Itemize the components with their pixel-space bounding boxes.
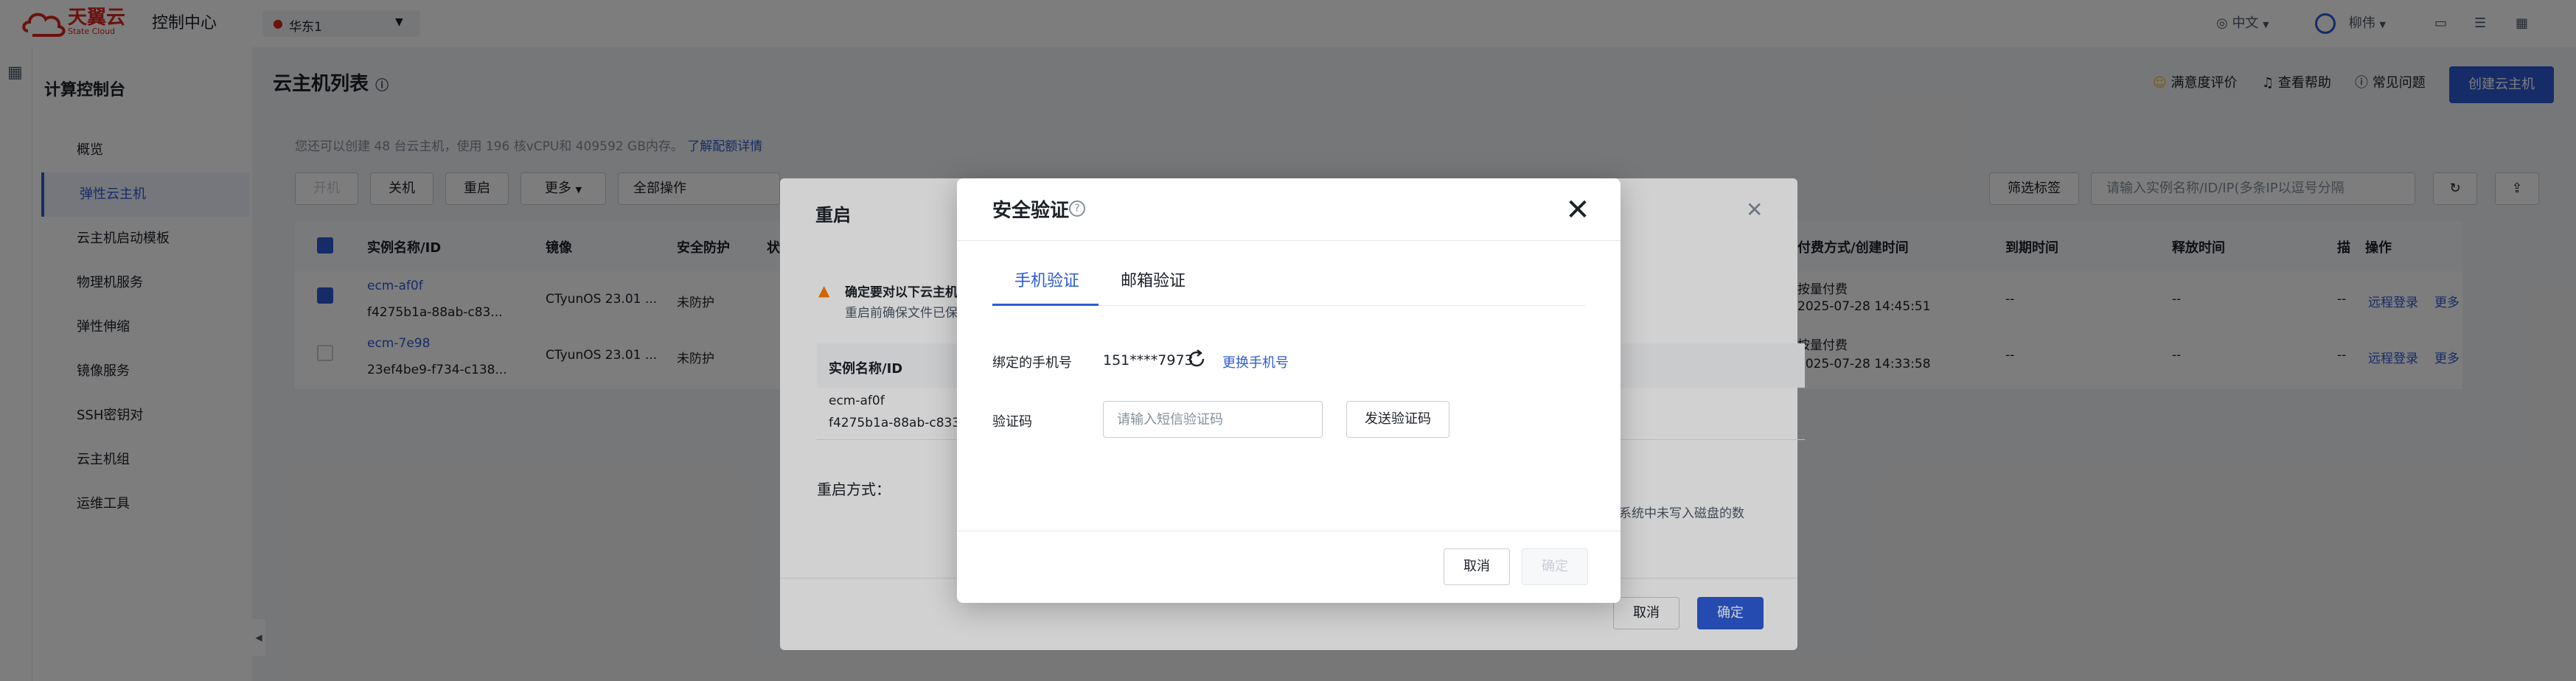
close-icon[interactable]: ✕ [1564,195,1591,225]
phone-label: 绑定的手机号 [992,355,1072,371]
code-label: 验证码 [992,414,1032,430]
phone-value: 151****7973 [1103,352,1194,369]
help-circle-icon[interactable]: ? [1069,200,1085,217]
send-code-button[interactable]: 发送验证码 [1346,401,1449,438]
change-phone-link[interactable]: 更换手机号 [1222,352,1289,371]
dialog-title: 安全验证 [992,200,1070,222]
cancel-button[interactable]: 取消 [1444,548,1510,585]
security-verify-dialog: 安全验证 ? ✕ 手机验证 邮箱验证 绑定的手机号 151****7973 更换… [957,178,1621,603]
divider [957,240,1621,241]
refresh-icon[interactable] [1186,348,1208,370]
tab-active-indicator [992,304,1099,306]
tab-phone-verify[interactable]: 手机验证 [1014,270,1079,293]
tab-email-verify[interactable]: 邮箱验证 [1121,270,1186,293]
confirm-button[interactable]: 确定 [1522,548,1588,585]
sms-code-input[interactable] [1103,401,1323,438]
